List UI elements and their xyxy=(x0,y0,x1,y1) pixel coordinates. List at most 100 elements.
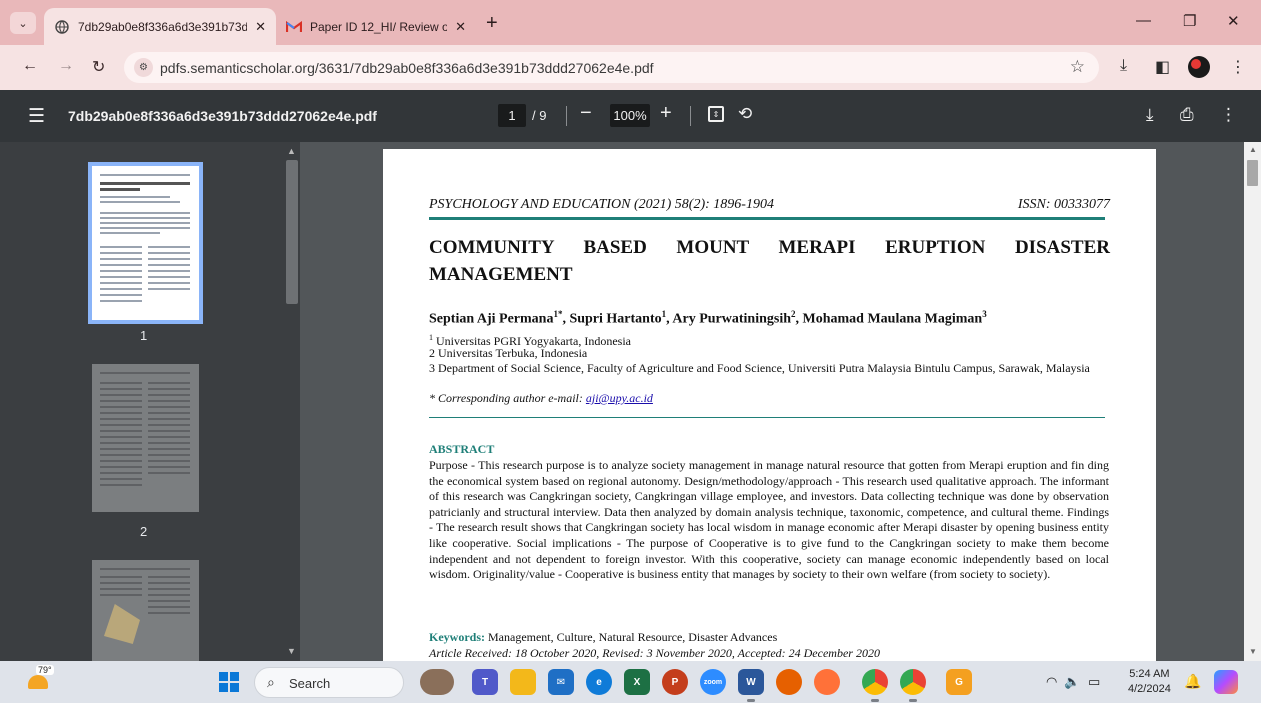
fit-page-icon[interactable]: ⇕ xyxy=(708,106,724,122)
article-dates: Article Received: 18 October 2020, Revis… xyxy=(429,646,880,660)
search-icon: ⌕ xyxy=(267,674,275,690)
download-pdf-icon[interactable]: ⤓ xyxy=(1146,105,1154,125)
bookmark-star-icon[interactable]: ☆ xyxy=(1070,57,1085,77)
pdf-viewer: PSYCHOLOGY AND EDUCATION (2021) 58(2): 1… xyxy=(300,142,1261,661)
weather-icon xyxy=(28,675,48,689)
slides-app-icon[interactable]: G xyxy=(946,669,972,695)
taskbar-clock[interactable]: 5:24 AM 4/2/2024 xyxy=(1128,667,1171,697)
tab-close-icon[interactable]: ✕ xyxy=(247,19,266,35)
thumbnail-label: 2 xyxy=(140,524,148,539)
chrome-profile-icon[interactable] xyxy=(900,669,926,702)
journal-header: PSYCHOLOGY AND EDUCATION (2021) 58(2): 1… xyxy=(429,197,774,212)
toolbar-divider xyxy=(566,106,567,126)
tab-strip: ⌄ 7db29ab0e8f336a6d3e391b73d ✕ Paper ID … xyxy=(0,0,1261,45)
viewer-scroll-thumb[interactable] xyxy=(1247,160,1258,186)
browser-menu-icon[interactable]: ⋮ xyxy=(1230,57,1246,77)
powerpoint-icon[interactable]: P xyxy=(662,669,688,695)
email-link[interactable]: aji@upy.ac.id xyxy=(586,391,653,405)
tab-gmail[interactable]: Paper ID 12_HI/ Review of a Pap ✕ xyxy=(276,8,476,45)
keywords: Keywords: Management, Culture, Natural R… xyxy=(429,630,778,644)
volume-icon[interactable]: 🔈 xyxy=(1064,674,1080,690)
firefox-icon[interactable] xyxy=(776,669,802,695)
zoom-out-button[interactable]: − xyxy=(580,102,592,125)
toolbar-divider xyxy=(690,106,691,126)
file-explorer-icon[interactable] xyxy=(510,669,536,695)
reload-icon[interactable]: ↻ xyxy=(92,57,105,77)
profile-avatar[interactable] xyxy=(1188,56,1210,78)
page-total: / 9 xyxy=(532,108,547,123)
hippo-widget-icon[interactable] xyxy=(420,669,454,695)
tab-title: Paper ID 12_HI/ Review of a Pap xyxy=(310,19,448,34)
forward-arrow-icon[interactable]: → xyxy=(58,57,74,75)
word-icon[interactable]: W xyxy=(738,669,764,702)
pdf-toolbar: ☰ 7db29ab0e8f336a6d3e391b73ddd27062e4e.p… xyxy=(0,90,1261,142)
search-label: Search xyxy=(289,676,331,691)
scroll-down-icon[interactable]: ▼ xyxy=(1249,647,1257,656)
scroll-up-icon[interactable]: ▲ xyxy=(1249,145,1257,154)
scroll-up-icon[interactable]: ▲ xyxy=(287,146,296,156)
paper-title: COMMUNITY BASED MOUNT MERAPI ERUPTION DI… xyxy=(429,237,1110,285)
header-rule xyxy=(429,217,1105,220)
taskbar-search[interactable]: ⌕ Search xyxy=(254,667,404,698)
map-figure xyxy=(104,604,140,644)
pdf-more-icon[interactable]: ⋮ xyxy=(1220,105,1237,125)
copilot-icon[interactable] xyxy=(1214,670,1238,694)
close-window-button[interactable]: ✕ xyxy=(1227,12,1240,30)
zoom-icon[interactable]: zoom xyxy=(700,669,726,695)
chrome-icon[interactable] xyxy=(862,669,888,702)
thumbnail-page-3[interactable] xyxy=(92,560,199,661)
browser-toolbar: ← → ↻ ⚙ pdfs.semanticscholar.org/3631/7d… xyxy=(0,45,1261,90)
affiliation: 3 Department of Social Science, Faculty … xyxy=(429,361,1090,375)
thumbnail-label: 1 xyxy=(140,328,148,343)
thumbnail-sidebar: 1 2 ▲ ▼ xyxy=(0,142,300,661)
notification-bell-icon[interactable]: 🔔 xyxy=(1184,673,1201,690)
pdf-filename: 7db29ab0e8f336a6d3e391b73ddd27062e4e.pdf xyxy=(68,108,377,124)
abstract-heading: ABSTRACT xyxy=(429,442,495,456)
battery-icon[interactable]: ▭ xyxy=(1088,674,1100,690)
hamburger-menu-icon[interactable]: ☰ xyxy=(28,105,45,128)
viewer-scrollbar[interactable]: ▲ ▼ xyxy=(1244,142,1261,661)
zoom-input[interactable]: 100% xyxy=(610,104,650,127)
globe-icon xyxy=(54,19,70,35)
site-info-icon[interactable]: ⚙ xyxy=(134,58,153,77)
browser-app-icon[interactable] xyxy=(814,669,840,695)
restore-button[interactable]: ❐ xyxy=(1183,12,1196,30)
section-rule xyxy=(429,417,1105,418)
teams-icon[interactable]: T xyxy=(472,669,498,695)
clock-date: 4/2/2024 xyxy=(1128,683,1171,695)
mail-icon[interactable]: ✉ xyxy=(548,669,574,695)
sidebar-scroll-thumb[interactable] xyxy=(286,160,298,304)
tab-close-icon[interactable]: ✕ xyxy=(447,19,466,35)
corresponding-email: * Corresponding author e-mail: aji@upy.a… xyxy=(429,391,653,405)
abstract-text: Purpose - This research purpose is to an… xyxy=(429,458,1109,582)
edge-icon[interactable]: e xyxy=(586,669,612,695)
print-icon[interactable]: ⎙ xyxy=(1180,105,1194,125)
side-panel-icon[interactable]: ◧ xyxy=(1155,57,1170,77)
weather-temp: 79° xyxy=(36,665,54,675)
thumbnail-page-1[interactable] xyxy=(88,162,203,324)
weather-widget[interactable]: 79° xyxy=(22,665,54,697)
thumbnail-page-2[interactable] xyxy=(92,364,199,512)
rotate-icon[interactable]: ⟲ xyxy=(738,104,752,124)
taskbar: 79° ⌕ Search T ✉ e X P zoom W G ◠ 🔈 ▭ 5:… xyxy=(0,661,1261,703)
minimize-button[interactable]: — xyxy=(1136,12,1151,29)
zoom-in-button[interactable]: + xyxy=(660,102,672,125)
clock-time: 5:24 AM xyxy=(1129,668,1170,680)
address-bar[interactable]: ⚙ pdfs.semanticscholar.org/3631/7db29ab0… xyxy=(124,52,1099,83)
page-number-input[interactable]: 1 xyxy=(498,104,526,127)
issn-header: ISSN: 00333077 xyxy=(1017,197,1110,212)
start-button[interactable] xyxy=(219,672,239,692)
back-arrow-icon[interactable]: ← xyxy=(22,57,38,75)
scroll-down-icon[interactable]: ▼ xyxy=(287,646,296,656)
author-list: Septian Aji Permana1*, Supri Hartanto1, … xyxy=(429,309,987,327)
url-text: pdfs.semanticscholar.org/3631/7db29ab0e8… xyxy=(160,60,654,76)
tab-search-button[interactable]: ⌄ xyxy=(10,12,36,34)
download-icon[interactable]: ⤓ xyxy=(1120,57,1127,75)
wifi-icon[interactable]: ◠ xyxy=(1046,674,1057,690)
affiliation: 2 Universitas Terbuka, Indonesia xyxy=(429,346,588,360)
tab-title: 7db29ab0e8f336a6d3e391b73d xyxy=(78,19,248,34)
pdf-page: PSYCHOLOGY AND EDUCATION (2021) 58(2): 1… xyxy=(383,149,1156,661)
tab-pdf[interactable]: 7db29ab0e8f336a6d3e391b73d ✕ xyxy=(44,8,276,45)
excel-icon[interactable]: X xyxy=(624,669,650,695)
new-tab-button[interactable]: + xyxy=(486,12,498,35)
